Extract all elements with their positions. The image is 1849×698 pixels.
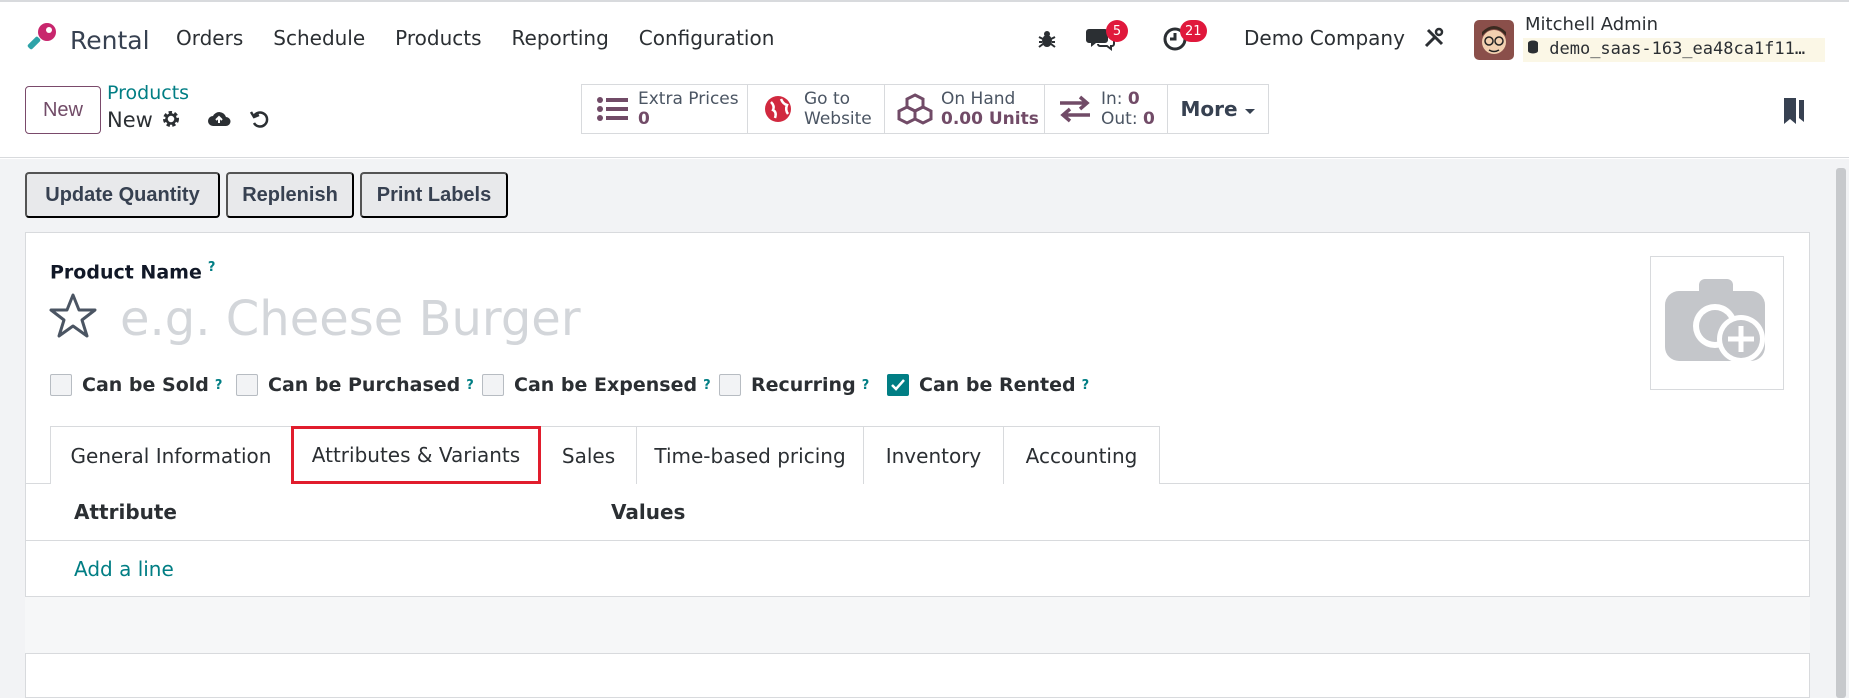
recurring-label: Recurring (751, 374, 856, 396)
can-be-expensed-label: Can be Expensed (514, 374, 698, 396)
moves-out-value: 0 (1142, 109, 1155, 129)
main-menu: Orders Schedule Products Reporting Confi… (176, 26, 804, 50)
help-tooltip[interactable]: ? (466, 378, 474, 393)
help-tooltip[interactable]: ? (703, 378, 711, 393)
exchange-arrows-icon (1057, 91, 1093, 127)
can-be-rented-checkbox[interactable]: Can be Rented? (887, 374, 1089, 396)
messages-badge: 5 (1106, 20, 1128, 42)
can-be-sold-label: Can be Sold (82, 374, 209, 396)
header-divider (25, 540, 1810, 541)
company-switcher[interactable]: Demo Company (1244, 26, 1405, 50)
database-label: demo_saas-163_ea48ca1f11… (1549, 39, 1806, 59)
cubes-icon (897, 91, 933, 127)
menu-products[interactable]: Products (395, 26, 481, 50)
extra-prices-button[interactable]: Extra Prices 0 (581, 84, 748, 134)
moves-in-label: In: (1101, 89, 1123, 109)
menu-configuration[interactable]: Configuration (639, 26, 775, 50)
on-hand-button[interactable]: On Hand 0.00 Units (884, 84, 1045, 134)
settings-tools-icon[interactable] (1422, 26, 1446, 54)
checkbox-box[interactable] (50, 374, 72, 396)
globe-icon (760, 91, 796, 127)
user-avatar[interactable] (1474, 20, 1514, 60)
list-icon (594, 91, 630, 127)
camera-plus-icon (1663, 273, 1771, 373)
checkbox-box[interactable] (236, 374, 258, 396)
extra-prices-label: Extra Prices (638, 89, 739, 109)
product-name-input[interactable] (120, 286, 820, 352)
on-hand-value: 0.00 Units (941, 109, 1039, 129)
replenish-button[interactable]: Replenish (226, 172, 354, 218)
can-be-purchased-label: Can be Purchased (268, 374, 461, 396)
help-tooltip[interactable]: ? (862, 378, 870, 393)
save-cloud-icon[interactable] (206, 108, 231, 132)
can-be-purchased-checkbox[interactable]: Can be Purchased? (236, 374, 474, 396)
activities-badge: 21 (1180, 20, 1207, 42)
print-labels-button[interactable]: Print Labels (360, 172, 508, 218)
empty-table-row (25, 597, 1810, 653)
tab-attributes-variants[interactable]: Attributes & Variants (291, 426, 541, 484)
breadcrumb-products[interactable]: Products (107, 82, 189, 104)
can-be-expensed-checkbox[interactable]: Can be Expensed? (482, 374, 711, 396)
new-button[interactable]: New (25, 86, 101, 134)
discard-undo-icon[interactable] (249, 108, 273, 132)
moves-out-label: Out: (1101, 109, 1138, 129)
menu-schedule[interactable]: Schedule (273, 26, 365, 50)
more-dropdown[interactable]: More (1167, 84, 1269, 134)
database-icon (1527, 39, 1549, 59)
add-a-line-link[interactable]: Add a line (74, 557, 174, 581)
tab-inventory[interactable]: Inventory (863, 426, 1004, 484)
vertical-scrollbar[interactable] (1836, 168, 1846, 698)
menu-orders[interactable]: Orders (176, 26, 243, 50)
help-tooltip[interactable]: ? (208, 260, 216, 275)
help-tooltip[interactable]: ? (1082, 378, 1090, 393)
product-name-label: Product Name? (50, 260, 215, 283)
user-name[interactable]: Mitchell Admin (1525, 14, 1658, 35)
favorite-star-icon[interactable] (48, 292, 100, 342)
checkbox-box-checked[interactable] (887, 374, 909, 396)
bookmark-icon[interactable] (1782, 96, 1806, 130)
website-line1: Go to (804, 89, 851, 109)
debug-bug-icon[interactable] (1036, 28, 1058, 54)
column-header-values[interactable]: Values (611, 500, 685, 524)
database-name: demo_saas-163_ea48ca1f11… (1523, 38, 1825, 62)
app-name: Rental (70, 25, 150, 55)
recurring-checkbox[interactable]: Recurring? (719, 374, 869, 396)
checkbox-box[interactable] (719, 374, 741, 396)
caret-down-icon (1244, 97, 1256, 121)
menu-reporting[interactable]: Reporting (512, 26, 609, 50)
extra-prices-value: 0 (638, 109, 650, 129)
breadcrumb-current: New (107, 108, 153, 132)
form-tabs: General Information Attributes & Variant… (50, 426, 1160, 484)
app-brand[interactable]: Rental (24, 20, 150, 60)
rental-app-icon (24, 20, 60, 60)
checkbox-box[interactable] (482, 374, 504, 396)
tab-time-based-pricing[interactable]: Time-based pricing (636, 426, 864, 484)
top-navbar: Rental Orders Schedule Products Reportin… (0, 0, 1849, 75)
tab-sales[interactable]: Sales (540, 426, 637, 484)
can-be-rented-label: Can be Rented (919, 374, 1076, 396)
website-line2: Website (804, 109, 872, 129)
tab-accounting[interactable]: Accounting (1003, 426, 1160, 484)
go-to-website-button[interactable]: Go to Website (747, 84, 885, 134)
stock-moves-button[interactable]: In: 0 Out: 0 (1044, 84, 1168, 134)
control-panel: New Products New Extra Prices 0 Go to We… (0, 76, 1849, 158)
help-tooltip[interactable]: ? (215, 378, 223, 393)
product-image-upload[interactable] (1650, 256, 1784, 390)
moves-in-value: 0 (1127, 89, 1140, 109)
column-header-attribute[interactable]: Attribute (74, 500, 177, 524)
row-divider (25, 653, 1810, 654)
product-name-label-text: Product Name (50, 261, 202, 284)
tab-general-information[interactable]: General Information (50, 426, 292, 484)
can-be-sold-checkbox[interactable]: Can be Sold? (50, 374, 222, 396)
update-quantity-button[interactable]: Update Quantity (25, 172, 220, 218)
gear-icon[interactable] (160, 108, 184, 132)
more-label: More (1180, 97, 1238, 121)
on-hand-label: On Hand (941, 89, 1016, 109)
